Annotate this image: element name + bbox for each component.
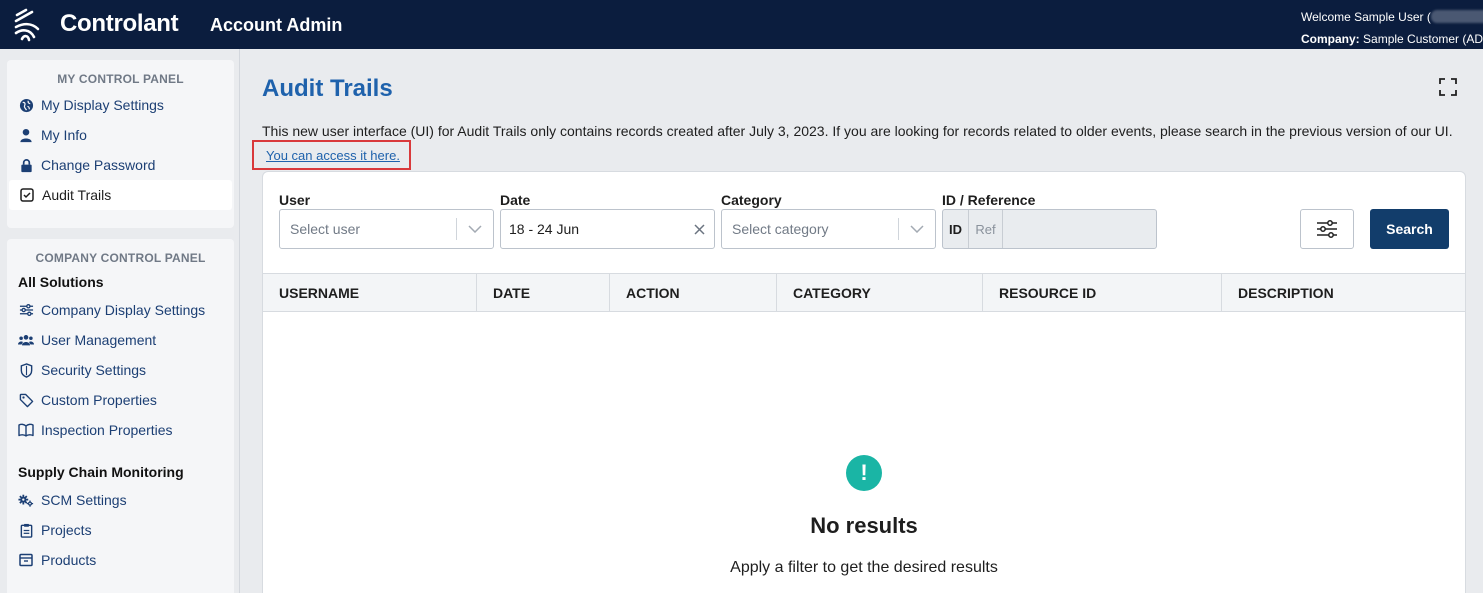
sidebar-item-security-settings[interactable]: Security Settings [7,355,234,385]
controlant-logo-icon[interactable] [12,7,48,43]
book-icon [18,422,34,438]
column-header-action[interactable]: ACTION [610,274,777,311]
column-header-description[interactable]: DESCRIPTION [1222,274,1465,311]
company-value: Sample Customer (ADM [1363,32,1483,46]
category-select-placeholder: Select category [732,221,829,237]
section-all-solutions: All Solutions [18,274,104,290]
shield-icon [18,362,34,378]
panel-title: MY CONTROL PANEL [57,72,184,86]
date-filter-label: Date [500,192,531,208]
globe-icon [18,97,34,113]
category-select[interactable]: Select category [721,209,936,249]
top-bar: Controlant Account Admin Welcome Sample … [0,0,1483,49]
idref-filter-label: ID / Reference [942,192,1036,208]
sidebar-item-label: Security Settings [41,362,147,378]
id-toggle[interactable]: ID [943,210,969,248]
sidebar-item-label: SCM Settings [41,492,127,508]
column-header-date[interactable]: DATE [477,274,610,311]
user-select[interactable]: Select user [279,209,494,249]
previous-version-link[interactable]: You can access it here. [252,140,411,170]
sidebar-item-label: Custom Properties [41,392,157,408]
sidebar-item-projects[interactable]: Projects [7,515,234,545]
panel-title: COMPANY CONTROL PANEL [35,251,206,265]
checkbox-icon [19,187,35,203]
column-header-resource-id[interactable]: RESOURCE ID [983,274,1222,311]
chevron-down-icon[interactable] [457,225,493,233]
user-filter-label: User [279,192,311,208]
company-control-panel: COMPANY CONTROL PANEL All Solutions Comp… [7,239,234,593]
sidebar-item-inspection-properties[interactable]: Inspection Properties [7,415,234,445]
sidebar-item-label: User Management [41,332,157,348]
sidebar-item-company-display-settings[interactable]: Company Display Settings [7,295,234,325]
sidebar-item-custom-properties[interactable]: Custom Properties [7,385,234,415]
sidebar-item-label: Inspection Properties [41,422,173,438]
sidebar-item-change-password[interactable]: Change Password [7,150,234,180]
sidebar-item-my-info[interactable]: My Info [7,120,234,150]
date-range-input[interactable]: 18 - 24 Jun [500,209,715,249]
sidebar-item-label: Products [41,552,97,568]
section-supply-chain-monitoring: Supply Chain Monitoring [18,464,184,480]
sliders-icon [1317,220,1337,238]
box-icon [18,552,34,568]
clipboard-icon [18,522,34,538]
user-info[interactable]: Welcome Sample User ( Company: Sample Cu… [1301,6,1483,50]
empty-state-title: No results [810,513,918,538]
sidebar-item-audit-trails[interactable]: Audit Trails [9,180,232,210]
sidebar-item-my-display-settings[interactable]: My Display Settings [7,90,234,120]
sidebar-item-label: Change Password [41,157,156,173]
fullscreen-icon[interactable] [1438,77,1458,97]
brand-name[interactable]: Controlant [60,10,179,38]
audit-trails-card: User Select user Date 18 - 24 Jun Catego… [262,171,1466,593]
sidebar-item-label: Company Display Settings [41,302,206,318]
sidebar-item-label: My Info [41,127,87,143]
sidebar-item-label: My Display Settings [41,97,164,113]
gears-icon [18,492,34,508]
sidebar-item-label: Projects [41,522,92,538]
info-text: This new user interface (UI) for Audit T… [262,123,1453,139]
sidebar-item-label: Audit Trails [42,187,112,203]
alert-icon: ! [846,455,882,491]
ref-toggle[interactable]: Ref [969,210,1003,248]
tag-icon [18,392,34,408]
category-filter-label: Category [721,192,782,208]
empty-state-subtitle: Apply a filter to get the desired result… [730,559,998,576]
user-select-placeholder: Select user [290,221,361,237]
redacted-username [1430,10,1483,23]
main-content: Audit Trails This new user interface (UI… [241,49,1483,593]
chevron-down-icon[interactable] [899,225,935,233]
search-button[interactable]: Search [1370,209,1449,249]
column-header-username[interactable]: USERNAME [263,274,477,311]
app-title: Account Admin [210,15,343,35]
idref-input-group: ID Ref [942,209,1157,249]
clear-icon[interactable] [684,223,714,235]
advanced-filters-button[interactable] [1300,209,1354,249]
sidebar: MY CONTROL PANEL My Display Settings My … [0,49,240,593]
idref-input[interactable] [1003,210,1156,248]
column-header-category[interactable]: CATEGORY [777,274,983,311]
sliders-icon [18,302,34,318]
page-title: Audit Trails [262,75,393,102]
welcome-text: Welcome Sample User ( [1301,10,1431,24]
sidebar-item-scm-settings[interactable]: SCM Settings [7,485,234,515]
sidebar-item-products[interactable]: Products [7,545,234,575]
users-icon [18,332,34,348]
lock-icon [18,157,34,173]
sidebar-item-user-management[interactable]: User Management [7,325,234,355]
date-range-value: 18 - 24 Jun [509,221,580,237]
table-header: USERNAME DATE ACTION CATEGORY RESOURCE I… [263,273,1465,312]
person-icon [18,127,34,143]
my-control-panel: MY CONTROL PANEL My Display Settings My … [7,60,234,228]
company-label: Company: [1301,32,1360,46]
